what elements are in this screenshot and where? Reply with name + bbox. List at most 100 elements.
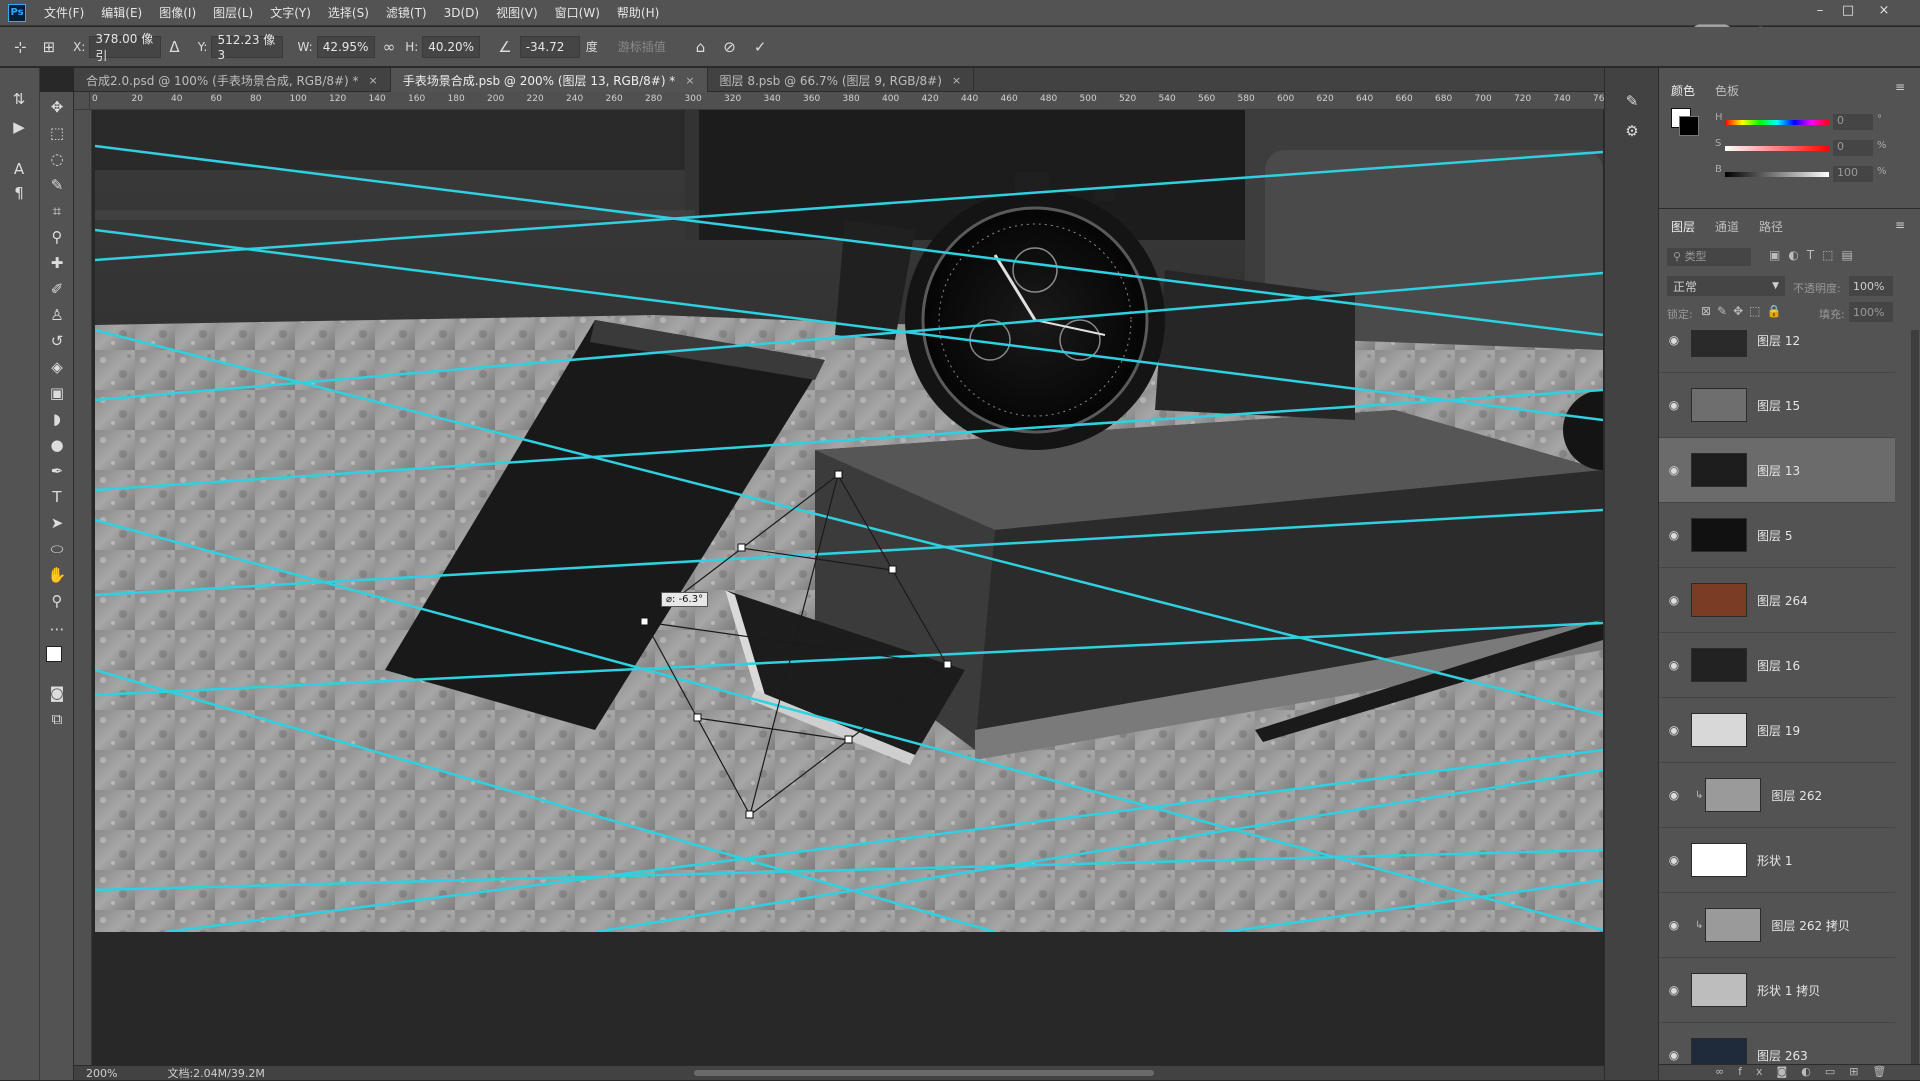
layer-row[interactable]: ◉ 图层 19 [1659, 698, 1895, 763]
layer-thumbnail[interactable] [1691, 1038, 1747, 1064]
b-value[interactable]: 100 [1833, 166, 1873, 182]
layer-thumbnail[interactable] [1691, 713, 1747, 747]
layer-filter-icons[interactable]: ▣◐T⬚▤ [1769, 248, 1861, 262]
layer-name[interactable]: 图层 12 [1757, 332, 1800, 349]
layer-thumbnail[interactable] [1705, 908, 1762, 942]
layer-row[interactable]: ◉ 图层 16 [1659, 633, 1895, 698]
character-icon[interactable]: A [6, 158, 32, 180]
layer-name[interactable]: 形状 1 [1757, 852, 1792, 869]
warp-mode-icon[interactable]: ⌂ [696, 38, 706, 56]
menu-window[interactable]: 窗口(W) [555, 4, 600, 21]
layer-row[interactable]: ◉ 图层 264 [1659, 568, 1895, 633]
gradient-tool-icon[interactable]: ▣ [44, 382, 70, 404]
opacity-field[interactable]: 100% [1849, 276, 1893, 296]
layer-name[interactable]: 形状 1 拷贝 [1757, 982, 1820, 999]
layer-thumbnail[interactable] [1691, 843, 1747, 877]
shape-tool-icon[interactable]: ⬭ [44, 538, 70, 560]
hue-slider[interactable] [1725, 120, 1829, 125]
layer-name[interactable]: 图层 13 [1757, 462, 1800, 479]
layer-thumbnail[interactable] [1691, 648, 1747, 682]
zoom-tool-icon[interactable]: ⚲ [44, 590, 70, 612]
cancel-icon[interactable]: ⊘ [723, 38, 736, 56]
more-tools-icon[interactable]: ⋯ [44, 618, 70, 640]
layer-name[interactable]: 图层 262 拷贝 [1771, 917, 1850, 934]
blur-tool-icon[interactable]: ◗ [44, 408, 70, 430]
visibility-eye-icon[interactable]: ◉ [1659, 463, 1689, 477]
brush-settings-icon[interactable]: ✎ [1619, 90, 1645, 112]
layer-thumbnail[interactable] [1691, 518, 1747, 552]
tab-document-1[interactable]: 合成2.0.psd @ 100% (手表场景合成, RGB/8#) * × [74, 68, 391, 92]
ruler-vertical[interactable] [74, 110, 92, 1065]
h-value[interactable]: 0 [1833, 114, 1873, 130]
eyedropper-tool-icon[interactable]: ⚲ [44, 226, 70, 248]
check-icon[interactable]: ✓ [754, 38, 767, 56]
actions-play-icon[interactable]: ▶ [6, 116, 32, 138]
layers-scrollbar[interactable] [1911, 330, 1919, 1064]
hand-tool-icon[interactable]: ✋ [44, 564, 70, 586]
tab-close-icon[interactable]: × [685, 74, 694, 87]
zoom-level[interactable]: 200% [86, 1067, 117, 1080]
x-field[interactable]: 378.00 像引 [89, 32, 162, 63]
visibility-eye-icon[interactable]: ◉ [1659, 528, 1689, 542]
menu-edit[interactable]: 编辑(E) [101, 4, 142, 21]
visibility-eye-icon[interactable]: ◉ [1659, 1048, 1689, 1062]
w-field[interactable]: 42.95% [316, 35, 375, 58]
brightness-slider[interactable] [1725, 172, 1829, 177]
layer-name[interactable]: 图层 5 [1757, 527, 1792, 544]
panel-menu-icon[interactable]: ≡ [1895, 80, 1905, 94]
menu-view[interactable]: 视图(V) [496, 4, 538, 21]
saturation-slider[interactable] [1725, 146, 1829, 151]
quick-select-tool-icon[interactable]: ✎ [44, 174, 70, 196]
layer-thumbnail[interactable] [1691, 330, 1747, 357]
menu-help[interactable]: 帮助(H) [617, 4, 659, 21]
tab-layers[interactable]: 图层 [1671, 218, 1695, 235]
layers-menu-icon[interactable]: ≡ [1895, 218, 1905, 232]
angle-field[interactable]: -34.72 [519, 35, 580, 58]
layer-row[interactable]: ◉ 形状 1 [1659, 828, 1895, 893]
visibility-eye-icon[interactable]: ◉ [1659, 918, 1689, 932]
layer-thumbnail[interactable] [1691, 453, 1747, 487]
canvas-area[interactable]: ⌀: -6.3° [92, 110, 1604, 1065]
healing-tool-icon[interactable]: ✚ [44, 252, 70, 274]
dodge-tool-icon[interactable]: ● [44, 434, 70, 456]
layers-footer-icons[interactable]: ∞fx◙◐▭⊞🗑 [1659, 1064, 1920, 1080]
document-size[interactable]: 文档:2.04M/39.2M [167, 1065, 264, 1081]
tab-close-icon[interactable]: × [952, 74, 961, 87]
layer-thumbnail[interactable] [1691, 973, 1747, 1007]
lasso-tool-icon[interactable]: ◌ [44, 148, 70, 170]
layer-row[interactable]: ◉ 图层 12 [1659, 330, 1895, 373]
ruler-horizontal[interactable]: 0 20 40 60 80 100 120 140 160 180 200 220 240 260 280 3… [90, 92, 1605, 110]
menu-select[interactable]: 选择(S) [328, 4, 369, 21]
adjustments-icon[interactable]: ⚙ [1619, 120, 1645, 142]
move-tool-icon[interactable]: ✥ [44, 96, 70, 118]
quick-mask-icon[interactable]: ◙ [44, 682, 70, 704]
ruler-origin[interactable] [74, 92, 90, 110]
layer-row[interactable]: ◉ ↳ 图层 262 拷贝 [1659, 893, 1895, 958]
history-brush-tool-icon[interactable]: ↺ [44, 330, 70, 352]
layer-thumbnail[interactable] [1705, 778, 1762, 812]
visibility-eye-icon[interactable]: ◉ [1659, 983, 1689, 997]
layer-name[interactable]: 图层 263 [1757, 1047, 1808, 1064]
document-canvas[interactable]: ⌀: -6.3° [95, 110, 1603, 932]
visibility-eye-icon[interactable]: ◉ [1659, 788, 1689, 802]
layer-row[interactable]: ◉ 形状 1 拷贝 [1659, 958, 1895, 1023]
crop-tool-icon[interactable]: ⌗ [44, 200, 70, 222]
visibility-eye-icon[interactable]: ◉ [1659, 658, 1689, 672]
tab-channels[interactable]: 通道 [1715, 218, 1739, 235]
history-icon[interactable]: ⇅ [6, 88, 32, 110]
eraser-tool-icon[interactable]: ◈ [44, 356, 70, 378]
layer-row[interactable]: ◉ 图层 15 [1659, 373, 1895, 438]
s-value[interactable]: 0 [1833, 140, 1873, 156]
layer-name[interactable]: 图层 264 [1757, 592, 1808, 609]
link-icon[interactable]: ∞ [383, 38, 396, 56]
menu-layer[interactable]: 图层(L) [213, 4, 253, 21]
stamp-tool-icon[interactable]: ♙ [44, 304, 70, 326]
layer-name[interactable]: 图层 16 [1757, 657, 1800, 674]
layer-row[interactable]: ◉ 图层 13 [1659, 438, 1895, 503]
paragraph-icon[interactable]: ¶ [6, 182, 32, 204]
visibility-eye-icon[interactable]: ◉ [1659, 333, 1689, 347]
menu-3d[interactable]: 3D(D) [444, 6, 479, 20]
visibility-eye-icon[interactable]: ◉ [1659, 398, 1689, 412]
visibility-eye-icon[interactable]: ◉ [1659, 593, 1689, 607]
tab-color[interactable]: 颜色 [1671, 82, 1695, 99]
